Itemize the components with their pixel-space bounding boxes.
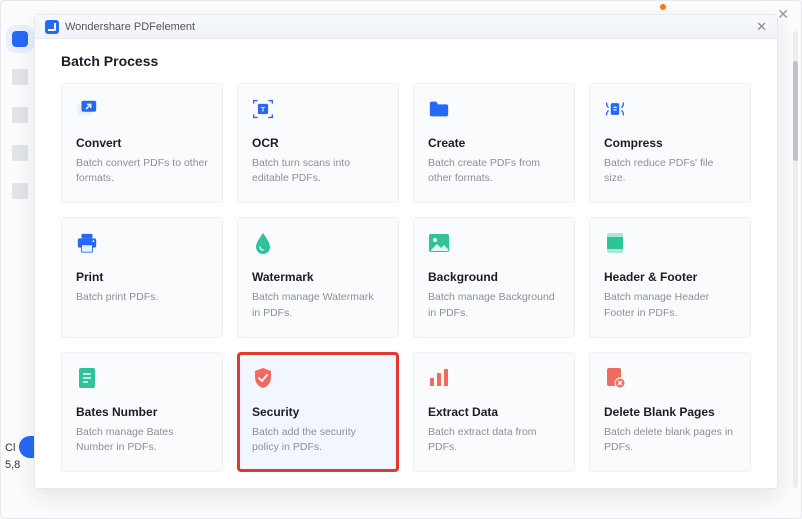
card-desc: Batch manage Watermark in PDFs.: [252, 290, 384, 320]
water-drop-icon: [252, 232, 274, 254]
sidebar-item-2[interactable]: [12, 69, 28, 85]
card-title: Print: [76, 270, 208, 284]
modal-content: Batch Process Convert Batch convert PDFs…: [35, 39, 777, 488]
batch-process-modal: Wondershare PDFelement ✕ Batch Process C…: [34, 14, 778, 489]
card-title: Bates Number: [76, 405, 208, 419]
card-title: Header & Footer: [604, 270, 736, 284]
card-bates-number[interactable]: Bates Number Batch manage Bates Number i…: [61, 352, 223, 472]
card-desc: Batch turn scans into editable PDFs.: [252, 156, 384, 186]
card-background[interactable]: Background Batch manage Background in PD…: [413, 217, 575, 337]
card-title: Compress: [604, 136, 736, 150]
modal-titlebar: Wondershare PDFelement ✕: [35, 15, 777, 39]
card-desc: Batch add the security policy in PDFs.: [252, 425, 384, 455]
batch-options-grid: Convert Batch convert PDFs to other form…: [61, 83, 751, 472]
card-desc: Batch reduce PDFs' file size.: [604, 156, 736, 186]
card-desc: Batch extract data from PDFs.: [428, 425, 560, 455]
app-logo-icon: [45, 20, 59, 34]
card-desc: Batch convert PDFs to other formats.: [76, 156, 208, 186]
document-number-icon: [76, 367, 98, 389]
card-compress[interactable]: Compress Batch reduce PDFs' file size.: [589, 83, 751, 203]
card-title: Security: [252, 405, 384, 419]
bar-chart-icon: [428, 367, 450, 389]
compress-icon: [604, 98, 626, 120]
modal-close-button[interactable]: ✕: [756, 20, 767, 33]
card-convert[interactable]: Convert Batch convert PDFs to other form…: [61, 83, 223, 203]
card-watermark[interactable]: Watermark Batch manage Watermark in PDFs…: [237, 217, 399, 337]
card-desc: Batch print PDFs.: [76, 290, 208, 305]
card-create[interactable]: Create Batch create PDFs from other form…: [413, 83, 575, 203]
card-desc: Batch manage Background in PDFs.: [428, 290, 560, 320]
card-title: Watermark: [252, 270, 384, 284]
scrollbar-thumb[interactable]: [793, 61, 798, 161]
card-security[interactable]: Security Batch add the security policy i…: [237, 352, 399, 472]
card-desc: Batch create PDFs from other formats.: [428, 156, 560, 186]
sidebar-item-3[interactable]: [12, 107, 28, 123]
card-title: Background: [428, 270, 560, 284]
sidebar-item-5[interactable]: [12, 183, 28, 199]
card-delete-blank-pages[interactable]: Delete Blank Pages Batch delete blank pa…: [589, 352, 751, 472]
app-title: Wondershare PDFelement: [65, 21, 195, 33]
bg-partial-text: Cl 5,8: [5, 440, 20, 473]
card-title: Create: [428, 136, 560, 150]
card-header-footer[interactable]: Header & Footer Batch manage Header Foot…: [589, 217, 751, 337]
card-desc: Batch manage Bates Number in PDFs.: [76, 425, 208, 455]
image-icon: [428, 232, 450, 254]
notification-dot-icon: [660, 4, 666, 10]
printer-icon: [76, 232, 98, 254]
sidebar-item-4[interactable]: [12, 145, 28, 161]
card-print[interactable]: Print Batch print PDFs.: [61, 217, 223, 337]
app-close-icon[interactable]: ✕: [777, 7, 789, 21]
page-layout-icon: [604, 232, 626, 254]
card-ocr[interactable]: T OCR Batch turn scans into editable PDF…: [237, 83, 399, 203]
card-title: Convert: [76, 136, 208, 150]
page-title: Batch Process: [61, 53, 751, 69]
sidebar-item-home[interactable]: [12, 31, 28, 47]
card-desc: Batch delete blank pages in PDFs.: [604, 425, 736, 455]
folder-icon: [428, 98, 450, 120]
card-desc: Batch manage Header Footer in PDFs.: [604, 290, 736, 320]
card-title: OCR: [252, 136, 384, 150]
card-title: Delete Blank Pages: [604, 405, 736, 419]
ocr-icon: T: [252, 98, 274, 120]
card-extract-data[interactable]: Extract Data Batch extract data from PDF…: [413, 352, 575, 472]
shield-icon: [252, 367, 274, 389]
card-title: Extract Data: [428, 405, 560, 419]
delete-page-icon: [604, 367, 626, 389]
convert-icon: [76, 98, 98, 120]
